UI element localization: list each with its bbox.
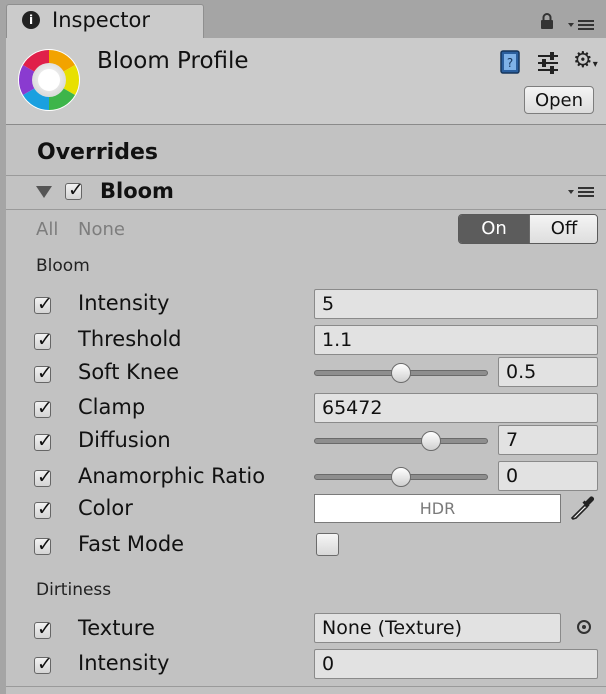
presets-icon[interactable] (536, 50, 560, 74)
open-button[interactable]: Open (524, 86, 594, 114)
threshold-field[interactable]: 1.1 (314, 325, 598, 355)
effect-title: Bloom (100, 179, 174, 203)
lock-icon[interactable] (540, 13, 554, 29)
anamorphic-ratio-slider-thumb[interactable] (391, 467, 411, 487)
dirt-intensity-field[interactable]: 0 (314, 649, 598, 679)
override-checkbox-clamp[interactable]: ✓ (34, 397, 53, 419)
svg-text:?: ? (507, 56, 513, 70)
override-checkbox-soft-knee[interactable]: ✓ (34, 362, 53, 384)
diffusion-slider-thumb[interactable] (420, 431, 441, 451)
texture-label: Texture (78, 616, 155, 640)
intensity-label: Intensity (78, 291, 170, 315)
tab-title: Inspector (52, 8, 150, 32)
divider (6, 209, 606, 210)
texture-object-field[interactable]: None (Texture) (314, 613, 561, 643)
dirt-intensity-label: Intensity (78, 651, 170, 675)
object-picker-icon[interactable] (577, 620, 591, 634)
section-header-bloom: Bloom (36, 256, 90, 276)
threshold-label: Threshold (78, 327, 182, 351)
anamorphic-ratio-label: Anamorphic Ratio (78, 464, 266, 488)
select-none-link[interactable]: None (78, 219, 125, 240)
color-label: Color (78, 496, 133, 520)
override-checkbox-anamorphic-ratio[interactable]: ✓ (34, 466, 53, 488)
section-header-dirtiness: Dirtiness (36, 580, 112, 600)
soft-knee-slider-thumb[interactable] (391, 363, 411, 383)
intensity-field[interactable]: 5 (314, 289, 598, 319)
diffusion-slider-track[interactable] (314, 438, 488, 444)
anamorphic-ratio-field[interactable]: 0 (498, 461, 598, 491)
camera-aperture-icon (18, 49, 80, 111)
on-off-toggle: On Off (458, 214, 598, 244)
soft-knee-label: Soft Knee (78, 360, 180, 384)
override-checkbox-fast-mode[interactable]: ✓ (34, 534, 53, 556)
overrides-title: Overrides (37, 140, 158, 165)
gear-icon[interactable]: ⚙▾ (573, 48, 598, 73)
override-checkbox-color[interactable]: ✓ (34, 498, 53, 520)
book-icon[interactable]: ? (498, 50, 522, 74)
menu-icon[interactable] (568, 187, 596, 197)
override-checkbox-intensity[interactable]: ✓ (34, 293, 53, 315)
asset-title: Bloom Profile (97, 48, 249, 74)
clamp-field[interactable]: 65472 (314, 393, 598, 423)
eyedropper-icon[interactable] (568, 494, 596, 522)
clamp-label: Clamp (78, 395, 146, 419)
override-checkbox-dirt-intensity[interactable]: ✓ (34, 653, 53, 675)
override-checkbox-diffusion[interactable]: ✓ (34, 430, 53, 452)
color-swatch-field[interactable]: HDR (314, 494, 561, 523)
off-button[interactable]: Off (529, 215, 597, 243)
divider (6, 175, 606, 176)
diffusion-label: Diffusion (78, 428, 171, 452)
fast-mode-checkbox[interactable] (316, 533, 339, 556)
override-checkbox-texture[interactable]: ✓ (34, 618, 53, 640)
on-button[interactable]: On (459, 215, 529, 243)
info-icon: i (22, 11, 40, 29)
fast-mode-label: Fast Mode (78, 532, 185, 556)
foldout-arrow-icon[interactable] (36, 186, 52, 198)
select-all-link[interactable]: All (36, 219, 58, 240)
soft-knee-field[interactable]: 0.5 (498, 357, 598, 387)
effect-enabled-checkbox[interactable]: ✓ (65, 179, 84, 201)
menu-icon[interactable] (568, 20, 596, 30)
diffusion-field[interactable]: 7 (498, 425, 598, 455)
divider (6, 686, 606, 687)
override-checkbox-threshold[interactable]: ✓ (34, 329, 53, 351)
